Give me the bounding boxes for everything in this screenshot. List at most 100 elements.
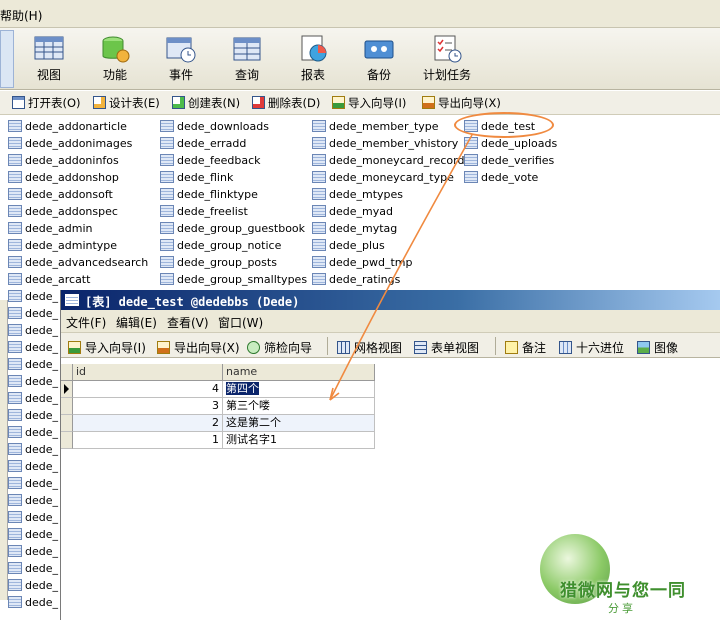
table-list-item[interactable]: dede_myad: [312, 205, 393, 222]
table-list-item[interactable]: dede_addoninfos: [8, 154, 119, 171]
menu-view[interactable]: 查看(V): [167, 314, 209, 331]
table-list-item-truncated[interactable]: dede_: [8, 290, 58, 307]
table-list-item-truncated[interactable]: dede_: [8, 409, 58, 426]
table-list-item-truncated[interactable]: dede_: [8, 562, 58, 579]
table-list-item-truncated[interactable]: dede_: [8, 511, 58, 528]
table-list-item-truncated[interactable]: dede_: [8, 358, 58, 375]
table-list-item[interactable]: dede_plus: [312, 239, 385, 256]
table-list-item[interactable]: dede_addonsoft: [8, 188, 113, 205]
table-list-item[interactable]: dede_admin: [8, 222, 92, 239]
table-list-item[interactable]: dede_group_guestbook: [160, 222, 305, 239]
table-list-item[interactable]: dede_advancedsearch: [8, 256, 148, 273]
table-list-item-truncated[interactable]: dede_: [8, 443, 58, 460]
table-list-item[interactable]: dede_admintype: [8, 239, 117, 256]
grid-view-button[interactable]: 网格视图: [337, 339, 402, 356]
table-list-item[interactable]: dede_addonimages: [8, 137, 132, 154]
table-list-item[interactable]: dede_downloads: [160, 120, 269, 137]
table-list-item[interactable]: dede_mytag: [312, 222, 397, 239]
backup-button[interactable]: 备份: [348, 28, 410, 88]
design-table-button[interactable]: 设计表(E): [93, 95, 160, 112]
cell-id[interactable]: 1: [73, 432, 223, 449]
window-import-button[interactable]: 导入向导(I): [68, 339, 146, 356]
cell-id[interactable]: 2: [73, 415, 223, 432]
cell-id[interactable]: 4: [73, 381, 223, 398]
filter-wizard-button[interactable]: 筛检向导: [247, 339, 312, 356]
row-selector[interactable]: [61, 415, 73, 432]
table-list-item[interactable]: dede_freelist: [160, 205, 248, 222]
row-selector[interactable]: [61, 398, 73, 415]
table-list-item-truncated[interactable]: dede_: [8, 528, 58, 545]
table-list-item[interactable]: dede_addonshop: [8, 171, 119, 188]
table-list-item-truncated[interactable]: dede_: [8, 596, 58, 613]
cell-name[interactable]: 测试名字1: [223, 432, 375, 449]
event-button[interactable]: 事件: [150, 28, 212, 88]
table-list-item-truncated[interactable]: dede_: [8, 579, 58, 596]
window-title-bar[interactable]: [表] dede_test @dedebbs (Dede): [61, 290, 720, 310]
create-table-button[interactable]: 创建表(N): [172, 95, 240, 112]
menu-help[interactable]: 帮助(H): [0, 7, 42, 24]
table-list-item[interactable]: dede_ratings: [312, 273, 400, 290]
function-button[interactable]: 功能: [84, 28, 146, 88]
export-wizard-button[interactable]: 导出向导(X): [422, 95, 501, 112]
delete-table-button[interactable]: 删除表(D): [252, 95, 320, 112]
memo-button[interactable]: 备注: [505, 339, 546, 356]
table-list-item[interactable]: dede_vote: [464, 171, 538, 188]
menu-file[interactable]: 文件(F): [66, 314, 106, 331]
table-name: dede_admintype: [25, 239, 118, 252]
table-name: dede_: [25, 460, 58, 473]
table-list-item-truncated[interactable]: dede_: [8, 494, 58, 511]
row-selector[interactable]: [61, 432, 73, 449]
menu-window[interactable]: 窗口(W): [218, 314, 263, 331]
table-list-item[interactable]: dede_group_notice: [160, 239, 281, 256]
window-toolbar: 导入向导(I) 导出向导(X) 筛检向导 网格视图 表单视图 备注 十六进位 图…: [61, 332, 720, 358]
table-list-item-truncated[interactable]: dede_: [8, 460, 58, 477]
form-view-button[interactable]: 表单视图: [414, 339, 479, 356]
table-list-item-truncated[interactable]: dede_: [8, 307, 58, 324]
table-list-item[interactable]: dede_feedback: [160, 154, 261, 171]
cell-name[interactable]: 第四个: [223, 381, 375, 398]
schedule-button[interactable]: 计划任务: [414, 28, 480, 88]
table-list-item[interactable]: dede_addonspec: [8, 205, 118, 222]
table-list-item[interactable]: dede_erradd: [160, 137, 246, 154]
column-header-id[interactable]: id: [73, 364, 223, 381]
table-list-item-truncated[interactable]: dede_: [8, 392, 58, 409]
table-name: dede_: [25, 443, 58, 456]
table-name: dede_arcatt: [25, 273, 91, 286]
table-list-item-truncated[interactable]: dede_: [8, 375, 58, 392]
table-list-item-truncated[interactable]: dede_: [8, 341, 58, 358]
query-button[interactable]: 查询: [216, 28, 278, 88]
window-export-button[interactable]: 导出向导(X): [157, 339, 240, 356]
table-list-item-truncated[interactable]: dede_: [8, 545, 58, 562]
table-icon: [8, 358, 22, 370]
table-list-item[interactable]: dede_arcatt: [8, 273, 90, 290]
table-list-item-truncated[interactable]: dede_: [8, 324, 58, 341]
image-button[interactable]: 图像: [637, 339, 678, 356]
cell-id[interactable]: 3: [73, 398, 223, 415]
table-list-item[interactable]: dede_verifies: [464, 154, 554, 171]
memo-icon: [505, 341, 518, 354]
menu-edit[interactable]: 编辑(E): [116, 314, 157, 331]
import-wizard-button[interactable]: 导入向导(I): [332, 95, 406, 112]
table-list-item[interactable]: dede_member_type: [312, 120, 439, 137]
table-list-item[interactable]: dede_group_posts: [160, 256, 277, 273]
cell-name[interactable]: 第三个喽: [223, 398, 375, 415]
table-list-item[interactable]: dede_group_smalltypes: [160, 273, 307, 290]
table-list-item[interactable]: dede_pwd_tmp: [312, 256, 412, 273]
table-list-item[interactable]: dede_member_vhistory: [312, 137, 458, 154]
table-list-item[interactable]: dede_moneycard_record: [312, 154, 464, 171]
table-list-item[interactable]: dede_moneycard_type: [312, 171, 454, 188]
cell-name[interactable]: 这是第二个: [223, 415, 375, 432]
table-list-item[interactable]: dede_flink: [160, 171, 233, 188]
table-list-item[interactable]: dede_mtypes: [312, 188, 403, 205]
table-list-item-truncated[interactable]: dede_: [8, 426, 58, 443]
left-scrollbar[interactable]: [0, 300, 8, 600]
column-header-name[interactable]: name: [223, 364, 375, 381]
hex-button[interactable]: 十六进位: [559, 339, 624, 356]
table-list-item-truncated[interactable]: dede_: [8, 477, 58, 494]
open-table-button[interactable]: 打开表(O): [12, 95, 81, 112]
table-list-item[interactable]: dede_flinktype: [160, 188, 258, 205]
view-button[interactable]: 视图: [18, 28, 80, 88]
report-button[interactable]: 报表: [282, 28, 344, 88]
table-list-item[interactable]: dede_addonarticle: [8, 120, 127, 137]
table-list-item[interactable]: dede_uploads: [464, 137, 557, 154]
